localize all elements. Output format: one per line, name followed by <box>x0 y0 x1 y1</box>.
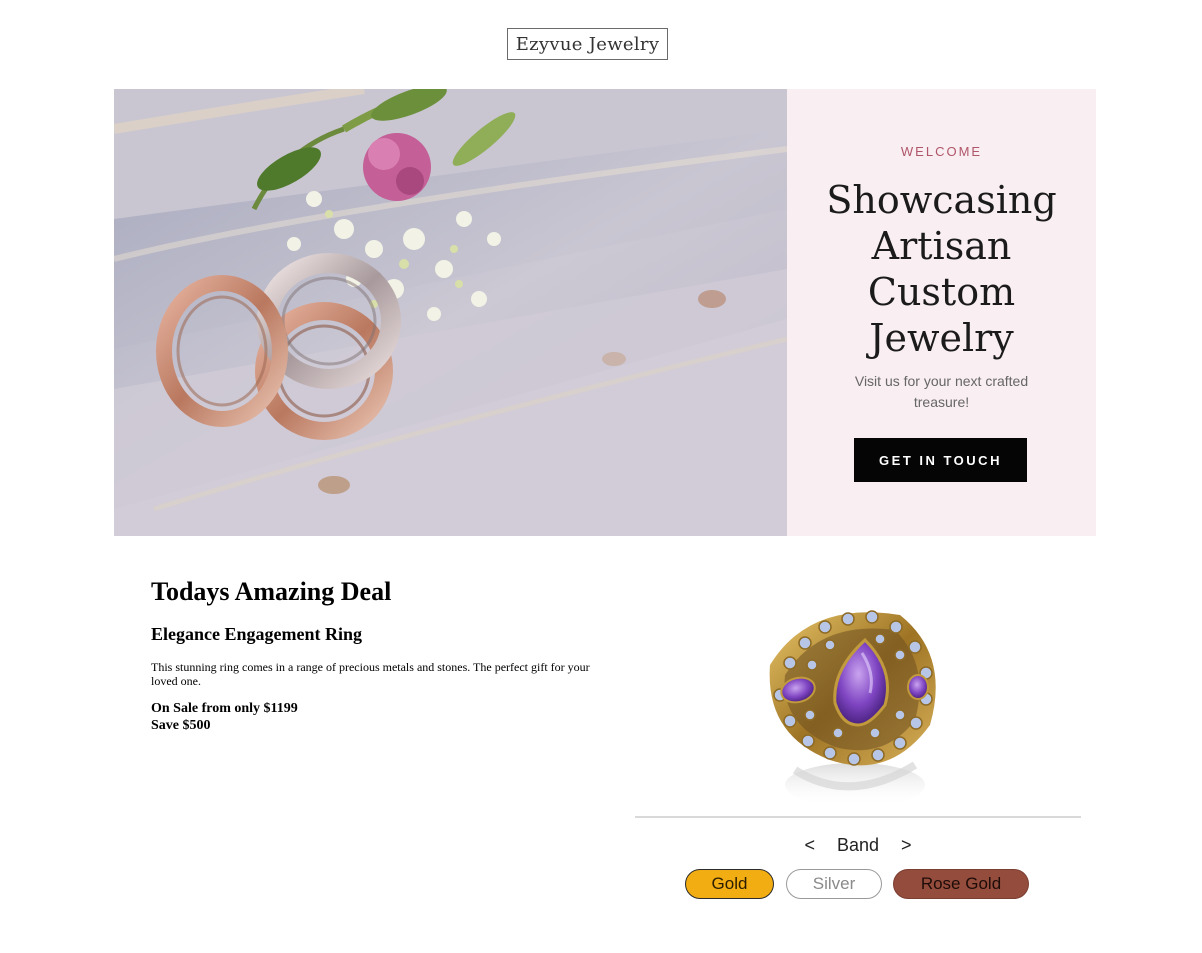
site-logo[interactable]: Ezyvue Jewelry <box>507 28 668 60</box>
chevron-right-icon[interactable]: > <box>897 835 916 856</box>
deal-heading: Todays Amazing Deal <box>151 577 392 606</box>
deal-section: Todays Amazing Deal Elegance Engagement … <box>151 576 601 734</box>
hero-panel: WELCOME Showcasing Artisan Custom Jewelr… <box>787 89 1096 536</box>
band-selector-label: Band <box>836 834 880 855</box>
product-viewer: < Band > Gold Silver Rose Gold <box>635 590 1081 910</box>
hero-headline: Showcasing Artisan Custom Jewelry <box>826 178 1057 360</box>
chevron-left-icon[interactable]: < <box>800 835 819 856</box>
product-name: Elegance Engagement Ring <box>151 624 362 644</box>
hero-eyebrow: WELCOME <box>900 144 983 159</box>
wedding-rings-photo <box>114 89 787 536</box>
hero-banner: WELCOME Showcasing Artisan Custom Jewelr… <box>114 89 1096 536</box>
hero-subtext: Visit us for your next crafted treasure! <box>854 373 1029 410</box>
product-description: This stunning ring comes in a range of p… <box>151 660 590 688</box>
savings-text: Save $500 <box>151 718 211 733</box>
metal-options: Gold Silver Rose Gold <box>685 869 1031 901</box>
silver-option-button[interactable]: Silver <box>786 869 882 899</box>
get-in-touch-button[interactable]: GET IN TOUCH <box>854 438 1027 482</box>
rose-gold-option-button[interactable]: Rose Gold <box>893 869 1029 899</box>
sale-price: On Sale from only $1199 <box>151 701 298 716</box>
product-divider <box>635 816 1081 818</box>
band-selector: < Band > <box>635 833 1081 857</box>
gold-option-button[interactable]: Gold <box>685 869 774 899</box>
amethyst-ring-photo <box>750 595 950 815</box>
